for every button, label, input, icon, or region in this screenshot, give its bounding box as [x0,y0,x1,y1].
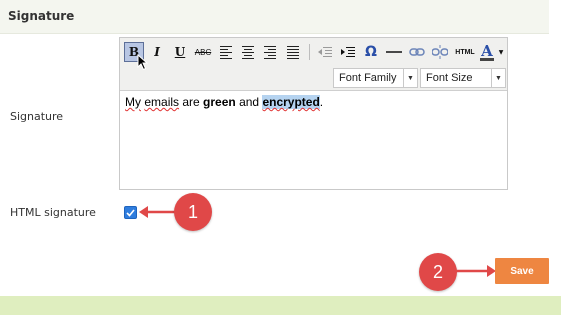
chevron-down-icon: ▼ [491,69,505,87]
content-bold-text: green [203,95,236,109]
font-size-value: Font Size [426,72,473,84]
justify-button[interactable] [283,42,303,62]
content-text: emails [144,95,180,109]
horizontal-rule-icon [386,51,402,53]
align-right-button[interactable] [260,42,280,62]
indent-button[interactable] [338,42,358,62]
toolbar-separator [309,44,310,60]
text-color-icon: A [481,41,493,60]
content-text: and [235,95,263,109]
html-signature-label: HTML signature [10,206,96,219]
text-color-button[interactable]: A [478,42,496,62]
editor-toolbar: B I U ABC Ω HTML A ▼ Font Family ▼ Font … [120,38,507,91]
annotation-arrow-2 [456,265,496,277]
align-right-icon [264,45,276,59]
align-center-icon [242,45,254,59]
italic-button[interactable]: I [147,42,167,62]
content-selected-text: encrypted [262,95,320,109]
align-left-icon [220,45,232,59]
section-header: Signature [0,0,549,34]
signature-label: Signature [10,110,64,123]
font-family-select[interactable]: Font Family ▼ [333,68,418,88]
chevron-down-icon: ▼ [403,69,417,87]
annotation-badge-1: 1 [174,193,212,231]
annotation-arrow-1 [139,206,175,218]
unlink-icon [432,45,448,59]
underline-button[interactable]: U [170,42,190,62]
special-character-button[interactable]: Ω [361,42,381,62]
justify-icon [287,45,299,59]
editor-content[interactable]: My emails are green and encrypted. [125,95,323,109]
outdent-button[interactable] [315,42,335,62]
font-size-select[interactable]: Font Size ▼ [420,68,506,88]
font-family-value: Font Family [339,72,397,84]
mouse-pointer-icon [137,54,148,71]
chevron-down-icon: ▼ [498,48,504,56]
annotation-badge-2: 2 [419,253,457,291]
align-center-button[interactable] [238,42,258,62]
footer-band [0,296,561,315]
save-button[interactable]: Save [495,258,549,284]
section-title: Signature [8,9,75,23]
link-icon [409,48,425,56]
html-source-button[interactable]: HTML [453,42,477,62]
horizontal-rule-button[interactable] [384,42,404,62]
checkmark-icon [126,208,135,217]
content-text: are [179,95,204,109]
content-text: . [319,95,324,109]
text-color-swatch [480,57,494,61]
unlink-button[interactable] [430,42,450,62]
outdent-icon [318,47,332,57]
align-left-button[interactable] [216,42,236,62]
strikethrough-button[interactable]: ABC [193,42,213,62]
indent-icon [341,47,355,57]
signature-editor[interactable]: B I U ABC Ω HTML A ▼ Font Family ▼ Font … [119,37,508,190]
content-text: My [125,95,141,109]
text-color-dropdown-button[interactable]: ▼ [496,42,506,62]
html-signature-checkbox[interactable] [124,206,137,219]
link-button[interactable] [407,42,427,62]
